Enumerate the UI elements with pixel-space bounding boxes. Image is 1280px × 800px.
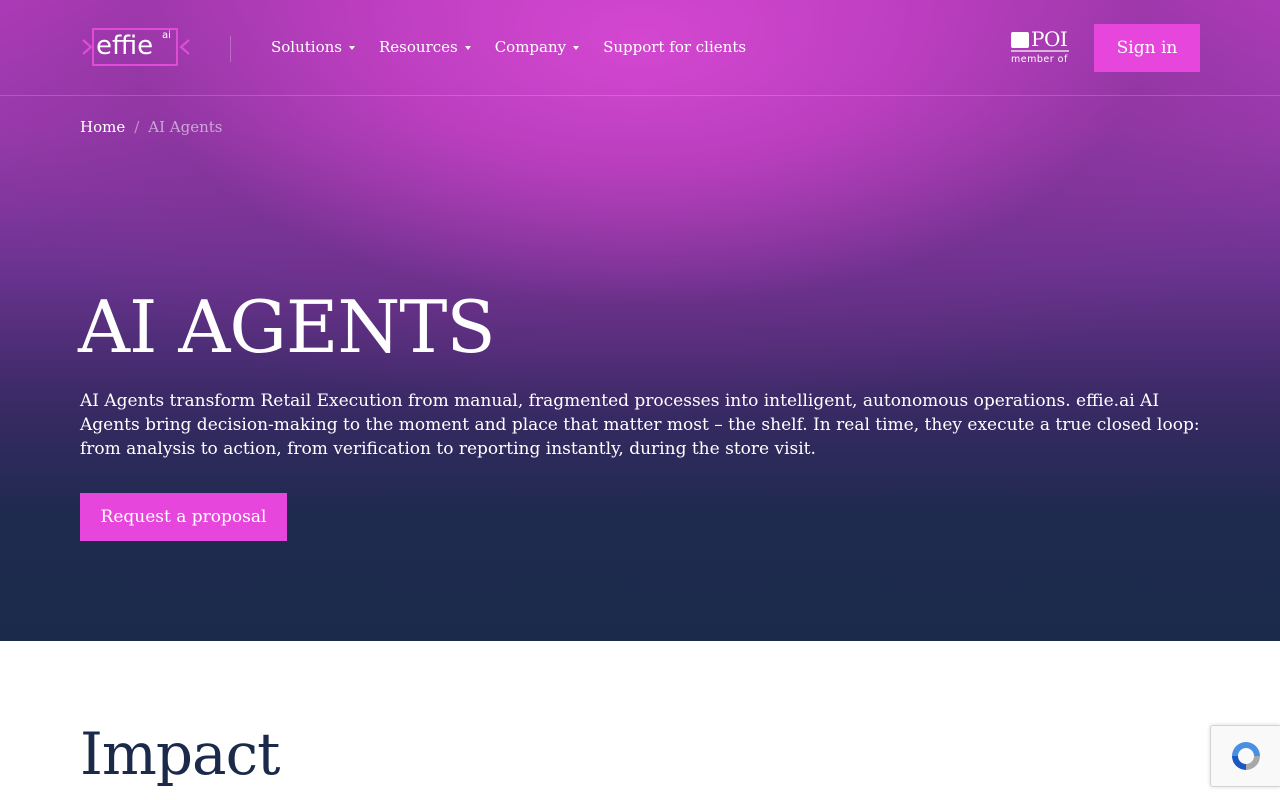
- breadcrumb: Home / AI Agents: [80, 117, 223, 137]
- poi-badge-caption: member of: [1011, 54, 1068, 65]
- impact-heading: Impact: [80, 720, 280, 788]
- nav-item-label: Resources: [378, 38, 458, 56]
- nav-item-label: Company: [494, 38, 567, 56]
- header-divider: [230, 36, 231, 62]
- breadcrumb-separator: /: [134, 118, 140, 136]
- logo-wordmark: effie: [96, 31, 154, 61]
- sign-in-button[interactable]: Sign in: [1094, 24, 1200, 72]
- caret-down-icon: [464, 46, 471, 50]
- caret-down-icon: [348, 46, 355, 50]
- poi-tagline-line: [1011, 50, 1069, 52]
- page-title: AI AGENTS: [78, 285, 496, 369]
- request-proposal-button[interactable]: Request a proposal: [80, 493, 287, 541]
- nav-item-resources[interactable]: Resources: [379, 37, 471, 57]
- breadcrumb-home-link[interactable]: Home: [80, 117, 125, 137]
- main-nav: Solutions Resources Company Support for …: [271, 37, 770, 57]
- poi-logo-icon: [1011, 32, 1029, 48]
- poi-badge-text: POI: [1031, 27, 1068, 51]
- site-header: effie ai Solutions Resources Company Sup…: [0, 0, 1280, 96]
- poi-member-badge[interactable]: POI member of: [1011, 27, 1071, 67]
- nav-item-solutions[interactable]: Solutions: [271, 37, 355, 57]
- nav-item-label: Solutions: [271, 38, 342, 56]
- nav-item-support[interactable]: Support for clients: [603, 37, 746, 57]
- caret-down-icon: [573, 46, 580, 50]
- nav-item-label: Support for clients: [603, 38, 747, 56]
- logo-superscript: ai: [162, 30, 171, 41]
- recaptcha-icon: [1232, 742, 1260, 770]
- hero-section: effie ai Solutions Resources Company Sup…: [0, 0, 1280, 641]
- hero-description: AI Agents transform Retail Execution fro…: [80, 391, 1200, 459]
- effie-logo[interactable]: effie ai: [80, 28, 190, 66]
- nav-item-company[interactable]: Company: [494, 37, 580, 57]
- recaptcha-badge[interactable]: [1210, 725, 1280, 787]
- chevron-right-icon: [179, 39, 190, 55]
- breadcrumb-current: AI Agents: [148, 118, 223, 136]
